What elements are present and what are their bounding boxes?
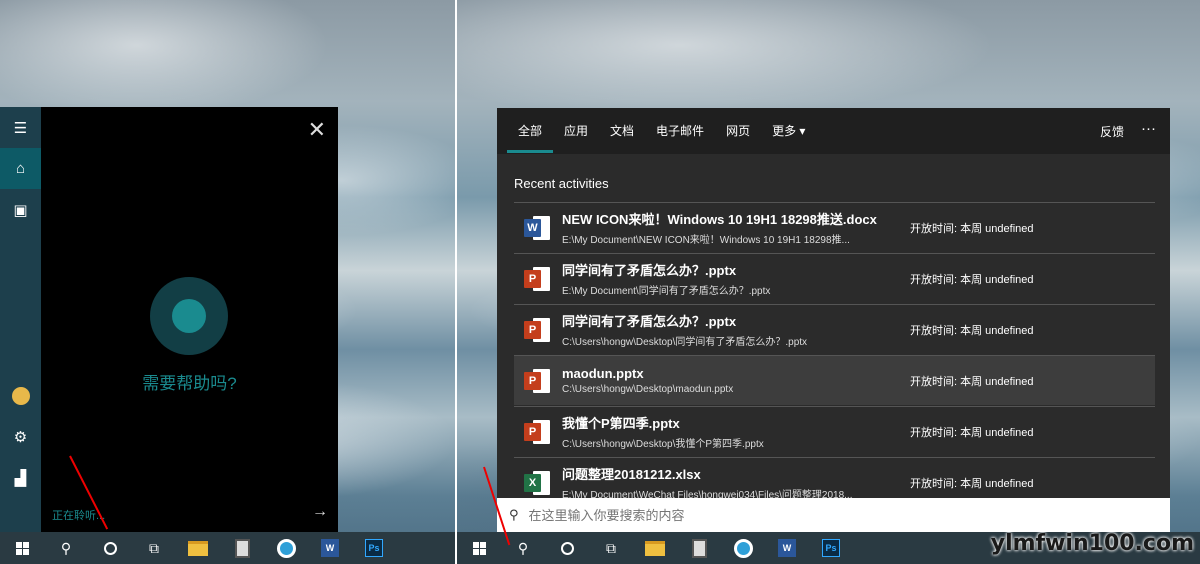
gear-icon[interactable]: ⚙ xyxy=(0,416,41,457)
tab-all[interactable]: 全部 xyxy=(507,108,554,153)
item-name: maodun.pptx xyxy=(562,366,644,381)
feedback-icon[interactable]: ▟ xyxy=(0,457,41,498)
watermark: ylmfwin100.com xyxy=(990,531,1194,556)
hamburger-menu-icon[interactable]: ☰ xyxy=(0,107,41,148)
item-path: E:\My Document\NEW ICON来啦！Windows 10 19H… xyxy=(562,235,850,246)
edge-browser-icon[interactable] xyxy=(264,532,308,564)
tab-more[interactable]: 更多 ▾ xyxy=(761,108,816,153)
item-name: 我懂个P第四季.pptx xyxy=(562,416,680,431)
tab-email[interactable]: 电子邮件 xyxy=(645,108,715,153)
item-opened-time: 开放时间: 本周 undefined xyxy=(910,222,1034,235)
powerpoint-icon: P xyxy=(524,419,550,445)
avatar[interactable] xyxy=(0,375,41,416)
cortana-circle-icon[interactable] xyxy=(545,532,589,564)
powerpoint-icon: P xyxy=(524,266,550,292)
word-app-icon[interactable]: W xyxy=(308,532,352,564)
search-box[interactable]: ⚲ xyxy=(497,498,1170,532)
cortana-help-text: 需要帮助吗? xyxy=(142,374,237,393)
list-item[interactable]: P 同学间有了矛盾怎么办？.pptx E:\My Document\同学间有了矛盾… xyxy=(514,253,1155,303)
search-results: Recent activities W NEW ICON来啦！Windows 1… xyxy=(497,154,1170,501)
photoshop-app-icon[interactable]: Ps xyxy=(352,532,396,564)
tab-documents[interactable]: 文档 xyxy=(599,108,645,153)
cortana-ring-icon[interactable] xyxy=(150,277,228,355)
item-path: C:\Users\hongw\Desktop\maodun.pptx xyxy=(562,384,734,395)
feedback-button[interactable]: 反馈 xyxy=(1100,123,1124,140)
recent-activities-heading: Recent activities xyxy=(514,176,609,191)
item-path: E:\My Document\同学间有了矛盾怎么办？.pptx xyxy=(562,286,771,297)
windows-start-icon[interactable] xyxy=(457,532,501,564)
cortana-circle-icon[interactable] xyxy=(88,532,132,564)
word-icon: W xyxy=(524,215,550,241)
windows-start-icon[interactable] xyxy=(0,532,44,564)
item-name: 同学间有了矛盾怎么办？.pptx xyxy=(562,263,737,278)
left-screenshot: ☰ ⌂ ▣ ⚙ ▟ ✕ 需要帮助吗? 正在聆听... → ⚲ ⧉ W Ps xyxy=(0,0,455,564)
list-item[interactable]: P 我懂个P第四季.pptx C:\Users\hongw\Desktop\我懂个… xyxy=(514,406,1155,456)
item-opened-time: 开放时间: 本周 undefined xyxy=(910,426,1034,439)
notebook-icon[interactable]: ▣ xyxy=(0,189,41,230)
item-opened-time: 开放时间: 本周 undefined xyxy=(910,375,1034,388)
list-item[interactable]: W NEW ICON来啦！Windows 10 19H1 18298推送.doc… xyxy=(514,202,1155,252)
calculator-icon[interactable] xyxy=(220,532,264,564)
powerpoint-icon: P xyxy=(524,368,550,394)
search-icon[interactable]: ⚲ xyxy=(44,532,88,564)
search-input[interactable] xyxy=(528,507,1109,523)
file-explorer-icon[interactable] xyxy=(633,532,677,564)
task-view-icon[interactable]: ⧉ xyxy=(589,532,633,564)
calculator-icon[interactable] xyxy=(677,532,721,564)
search-tabs: 全部 应用 文档 电子邮件 网页 更多 ▾ 反馈 ··· xyxy=(497,108,1170,153)
send-arrow-icon[interactable]: → xyxy=(312,503,328,521)
item-opened-time: 开放时间: 本周 undefined xyxy=(910,477,1034,490)
item-name: 问题整理20181212.xlsx xyxy=(562,467,701,482)
home-icon[interactable]: ⌂ xyxy=(0,148,41,189)
tab-apps[interactable]: 应用 xyxy=(553,108,599,153)
item-name: 同学间有了矛盾怎么办？.pptx xyxy=(562,314,737,329)
cortana-sidebar: ☰ ⌂ ▣ ⚙ ▟ xyxy=(0,107,41,532)
search-panel: 全部 应用 文档 电子邮件 网页 更多 ▾ 反馈 ··· Recent acti… xyxy=(497,108,1170,501)
list-item-highlighted[interactable]: P maodun.pptx C:\Users\hongw\Desktop\maod… xyxy=(514,355,1155,405)
file-explorer-icon[interactable] xyxy=(176,532,220,564)
edge-browser-icon[interactable] xyxy=(721,532,765,564)
item-opened-time: 开放时间: 本周 undefined xyxy=(910,273,1034,286)
excel-icon: X xyxy=(524,470,550,496)
item-path: C:\Users\hongw\Desktop\我懂个P第四季.pptx xyxy=(562,439,764,450)
search-icon: ⚲ xyxy=(509,507,519,522)
task-view-icon[interactable]: ⧉ xyxy=(132,532,176,564)
close-icon[interactable]: ✕ xyxy=(308,119,326,141)
photoshop-app-icon[interactable]: Ps xyxy=(809,532,853,564)
cortana-panel: ☰ ⌂ ▣ ⚙ ▟ ✕ 需要帮助吗? 正在聆听... → xyxy=(0,107,338,532)
right-screenshot: 全部 应用 文档 电子邮件 网页 更多 ▾ 反馈 ··· Recent acti… xyxy=(457,0,1200,564)
item-opened-time: 开放时间: 本周 undefined xyxy=(910,324,1034,337)
item-name: NEW ICON来啦！Windows 10 19H1 18298推送.docx xyxy=(562,212,877,227)
word-app-icon[interactable]: W xyxy=(765,532,809,564)
list-item[interactable]: P 同学间有了矛盾怎么办？.pptx C:\Users\hongw\Desktop… xyxy=(514,304,1155,354)
powerpoint-icon: P xyxy=(524,317,550,343)
more-options-icon[interactable]: ··· xyxy=(1141,120,1156,137)
taskbar-left: ⚲ ⧉ W Ps xyxy=(0,532,455,564)
tab-web[interactable]: 网页 xyxy=(715,108,761,153)
item-path: C:\Users\hongw\Desktop\同学间有了矛盾怎么办？.pptx xyxy=(562,337,808,348)
